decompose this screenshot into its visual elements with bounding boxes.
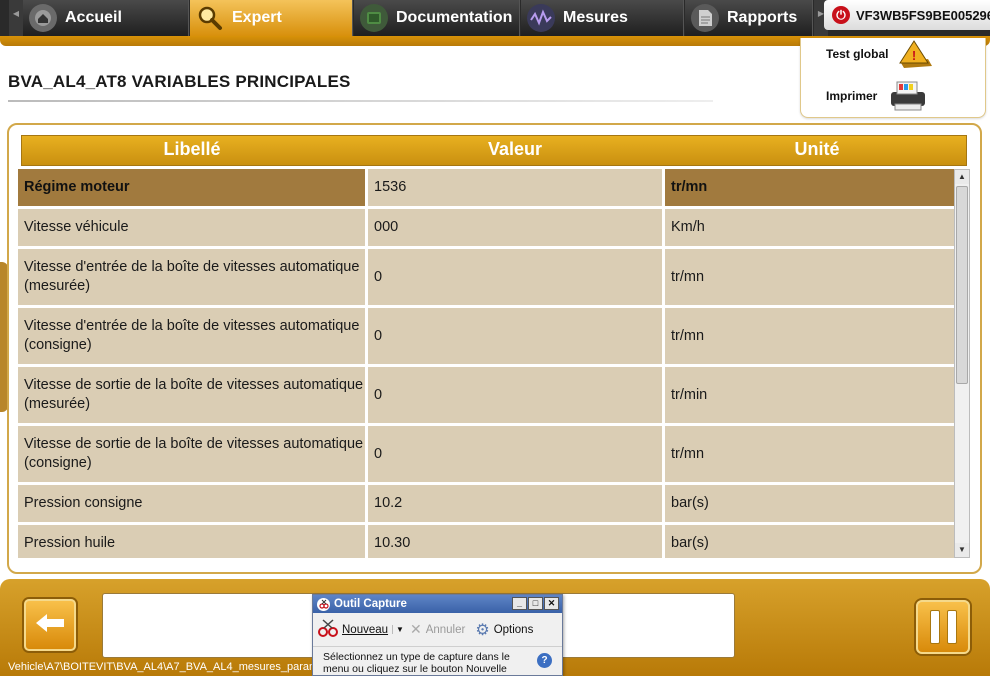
table-row[interactable]: Pression consigne 10.2 bar(s) xyxy=(18,485,954,525)
options-button[interactable]: ⚙ Options xyxy=(475,620,533,640)
table-row[interactable]: Pression huile 10.30 bar(s) xyxy=(18,525,954,558)
cell-value: 10.2 xyxy=(368,485,662,522)
nouveau-label: Nouveau xyxy=(342,623,389,636)
cell-label: Pression consigne xyxy=(18,485,365,522)
scrollbar-thumb[interactable] xyxy=(956,186,968,384)
table-scrollbar[interactable]: ▲ ▼ xyxy=(954,169,970,558)
cell-unit: tr/mn xyxy=(665,169,954,206)
close-icon[interactable]: ✕ xyxy=(544,597,559,610)
arrow-left-icon xyxy=(34,612,66,639)
table-row[interactable]: Vitesse véhicule 000 Km/h xyxy=(18,209,954,249)
table-row[interactable]: Vitesse d'entrée de la boîte de vitesses… xyxy=(18,249,954,308)
file-path: Vehicle\A7\BOITEVIT\BVA_AL4\A7_BVA_AL4_m… xyxy=(8,661,313,673)
nouveau-dropdown-icon[interactable]: ▼ xyxy=(392,625,404,634)
cell-unit: bar(s) xyxy=(665,485,954,522)
power-icon: ⏻ xyxy=(832,6,850,24)
book-icon xyxy=(360,4,388,32)
app-window: ◀ Accueil Expert Documentation Mesures R… xyxy=(0,0,990,676)
column-header-valeur[interactable]: Valeur xyxy=(362,136,668,165)
tab-label: Rapports xyxy=(727,9,798,26)
column-header-libelle[interactable]: Libellé xyxy=(22,136,362,165)
cell-unit: tr/min xyxy=(665,367,954,423)
tab-expert[interactable]: Expert xyxy=(190,0,353,36)
tab-label: Expert xyxy=(232,9,282,26)
capture-tool-window: Outil Capture _ □ ✕ Nouveau ▼ ✕ Annuler … xyxy=(312,594,563,676)
options-label: Options xyxy=(493,623,534,636)
tab-documentation[interactable]: Documentation xyxy=(354,0,520,36)
scroll-up-icon[interactable]: ▲ xyxy=(955,170,969,184)
cell-label: Vitesse d'entrée de la boîte de vitesses… xyxy=(18,308,365,364)
test-global-button[interactable]: Test global xyxy=(826,47,888,61)
vin-display[interactable]: ⏻ VF3WB5FS9BE005296 xyxy=(824,0,990,30)
minimize-icon[interactable]: _ xyxy=(512,597,527,610)
cancel-icon: ✕ xyxy=(409,621,422,637)
cell-value: 0 xyxy=(368,249,662,305)
capture-title: Outil Capture xyxy=(334,598,407,610)
tab-label: Accueil xyxy=(65,9,122,26)
tab-label: Mesures xyxy=(563,9,628,26)
top-navigation: ◀ Accueil Expert Documentation Mesures R… xyxy=(0,0,990,37)
table-row[interactable]: Vitesse d'entrée de la boîte de vitesses… xyxy=(18,308,954,367)
nav-scroll-left-icon[interactable]: ◀ xyxy=(9,0,23,36)
gear-icon: ⚙ xyxy=(475,621,490,639)
capture-message-text: Sélectionnez un type de capture dans le … xyxy=(323,651,510,675)
page-title: BVA_AL4_AT8 VARIABLES PRINCIPALES xyxy=(8,72,351,91)
waveform-icon xyxy=(527,4,555,32)
cell-value: 0 xyxy=(368,308,662,364)
capture-title-bar[interactable]: Outil Capture _ □ ✕ xyxy=(313,595,562,613)
table-row[interactable]: Vitesse de sortie de la boîte de vitesse… xyxy=(18,426,954,485)
cell-value: 1536 xyxy=(368,169,662,206)
tab-rapports[interactable]: Rapports xyxy=(685,0,813,36)
maximize-icon[interactable]: □ xyxy=(528,597,543,610)
cell-label: Vitesse d'entrée de la boîte de vitesses… xyxy=(18,249,365,305)
pause-bar-icon xyxy=(929,610,940,644)
table-header: Libellé Valeur Unité xyxy=(21,135,967,166)
annuler-label: Annuler xyxy=(425,623,466,636)
cell-unit: Km/h xyxy=(665,209,954,246)
document-icon xyxy=(691,4,719,32)
actions-panel: Test global ! Imprimer xyxy=(800,38,986,118)
cell-label: Régime moteur xyxy=(18,169,365,206)
back-button[interactable] xyxy=(24,599,76,651)
test-global-label: Test global xyxy=(826,47,889,61)
tab-label: Documentation xyxy=(396,9,513,26)
cell-value: 0 xyxy=(368,367,662,423)
tab-accueil[interactable]: Accueil xyxy=(23,0,189,36)
cell-value: 0 xyxy=(368,426,662,482)
annuler-button[interactable]: ✕ Annuler xyxy=(410,621,465,638)
imprimer-button[interactable]: Imprimer xyxy=(826,89,877,103)
printer-icon xyxy=(887,78,929,117)
svg-text:!: ! xyxy=(912,48,916,63)
cell-label: Vitesse véhicule xyxy=(18,209,365,246)
nouveau-button[interactable]: Nouveau xyxy=(317,618,388,641)
cell-value: 10.30 xyxy=(368,525,662,558)
column-header-unite[interactable]: Unité xyxy=(668,136,966,165)
pause-button[interactable] xyxy=(916,600,970,654)
scissors-icon xyxy=(317,597,330,611)
magnifier-icon xyxy=(196,4,224,32)
cell-label: Pression huile xyxy=(18,525,365,558)
vin-label: VF3WB5FS9BE005296 xyxy=(856,7,990,23)
cell-value: 000 xyxy=(368,209,662,246)
cell-label: Vitesse de sortie de la boîte de vitesse… xyxy=(18,426,365,482)
capture-toolbar: Nouveau ▼ ✕ Annuler ⚙ Options xyxy=(313,613,562,647)
scroll-down-icon[interactable]: ▼ xyxy=(955,543,969,557)
help-icon[interactable]: ? xyxy=(537,653,552,668)
pause-bar-icon xyxy=(946,610,957,644)
title-divider xyxy=(8,100,713,102)
table-row[interactable]: Régime moteur 1536 tr/mn xyxy=(18,169,954,209)
home-icon xyxy=(29,4,57,32)
capture-message: Sélectionnez un type de capture dans le … xyxy=(313,647,562,675)
cell-unit: tr/mn xyxy=(665,308,954,364)
cell-unit: tr/mn xyxy=(665,426,954,482)
cell-unit: bar(s) xyxy=(665,525,954,558)
cell-label: Vitesse de sortie de la boîte de vitesse… xyxy=(18,367,365,423)
tab-mesures[interactable]: Mesures xyxy=(521,0,684,36)
warning-icon: ! xyxy=(898,39,936,74)
table-body: Régime moteur 1536 tr/mn Vitesse véhicul… xyxy=(18,169,954,558)
scissors-icon xyxy=(317,618,339,641)
cell-unit: tr/mn xyxy=(665,249,954,305)
table-row[interactable]: Vitesse de sortie de la boîte de vitesse… xyxy=(18,367,954,426)
imprimer-label: Imprimer xyxy=(826,89,878,103)
